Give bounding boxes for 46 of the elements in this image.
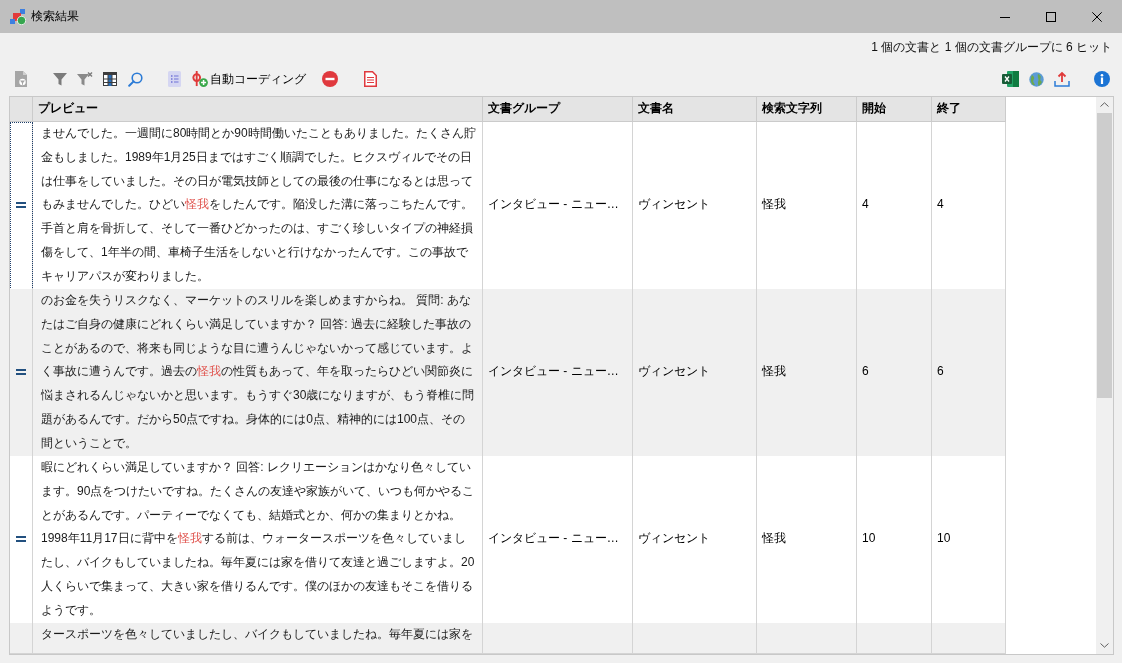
column-header[interactable]: 開始 <box>857 97 932 122</box>
table-cell: インタビュー - ニュー… <box>483 289 633 457</box>
search-icon[interactable] <box>128 71 143 87</box>
info-icon[interactable] <box>1094 71 1110 87</box>
table-cell: ヴィンセント <box>633 456 757 624</box>
equals-icon <box>16 369 26 376</box>
filter-clear-icon[interactable] <box>77 72 93 86</box>
table-cell: ヴィンセント <box>633 289 757 457</box>
document-icon[interactable] <box>14 71 28 87</box>
filter-icon[interactable] <box>53 72 67 86</box>
table-cell: インタビュー - ニュー… <box>483 456 633 624</box>
table-cell: 6 <box>857 289 932 457</box>
globe-icon[interactable] <box>1029 71 1044 87</box>
table-cell: 6 <box>932 289 1006 457</box>
grid-icon[interactable] <box>103 72 117 86</box>
upload-icon[interactable] <box>1054 71 1070 87</box>
maximize-icon[interactable] <box>1046 11 1056 22</box>
equals-icon <box>16 202 26 209</box>
column-header[interactable]: 検索文字列 <box>757 97 857 122</box>
scrollbar-thumb[interactable] <box>1097 113 1112 398</box>
scroll-down-icon[interactable] <box>1100 643 1109 648</box>
row-header[interactable] <box>10 122 33 290</box>
spreadsheet-icon[interactable] <box>1002 71 1019 87</box>
window-title: 検索結果 <box>31 8 79 25</box>
hit-summary: 1 個の文書と 1 個の文書グループに 6 ヒット <box>871 39 1112 56</box>
preview-cell: のお金を失うリスクなく、マーケットのスリルを楽しめますからね。 質問: あなたはご自身の健康にどれくらい満足していますか？ 回答: 過去に経験した事故のことがあるので、将来も同じような目に遭うんじゃないかって感じています。よく事故に遭うんです。過去の怪我の性質もあって、年を取ったらひどい関節炎に悩まされるんじゃないかと思います。もうすぐ30歳になりますが、もう脊椎に問題があるんです。だから50点ですね。身体的には0点、精神的には100点、その間ということで。 <box>33 289 483 457</box>
column-header[interactable]: プレビュー <box>33 97 483 122</box>
column-header[interactable]: 文書名 <box>633 97 757 122</box>
preview-cell: 暇にどれくらい満足していますか？ 回答: レクリエーションはかなり色々しています。90点をつけたいですね。たくさんの友達や家族がいて、いつも何かやることがあるんです。パーティーでなくても、結婚式とか、何かの集まりとかね。1998年11月17日に背中を怪我する前は、ウォータースポーツを色々していましたし、バイクもしていましたね。毎年夏には家を借りて友達と過ごしますよ。20人くらいで集まって、大きい家を借りるんです。僕のほかの友達もそこを借りるようです。 <box>33 456 483 624</box>
preview-cell: タースポーツを色々していましたし、バイクもしていましたね。毎年夏には家を <box>33 623 483 654</box>
column-header[interactable]: 文書グループ <box>483 97 633 122</box>
table-cell: 10 <box>932 456 1006 624</box>
scroll-up-icon[interactable] <box>1100 102 1109 107</box>
app-icon <box>10 8 26 25</box>
table-cell: 怪我 <box>757 289 857 457</box>
list-document-icon[interactable] <box>168 71 181 87</box>
column-header[interactable]: 終了 <box>932 97 1006 122</box>
table-cell: 怪我 <box>757 456 857 624</box>
auto-coding-button[interactable]: 自動コーディング <box>192 71 306 87</box>
table-cell: 10 <box>857 456 932 624</box>
ring-plus-icon <box>192 71 208 87</box>
close-icon[interactable] <box>1092 11 1102 22</box>
document-icon[interactable] <box>364 71 377 87</box>
scrollbar[interactable] <box>1096 97 1113 654</box>
minus-circle-icon[interactable] <box>322 71 338 87</box>
equals-icon <box>16 536 26 543</box>
